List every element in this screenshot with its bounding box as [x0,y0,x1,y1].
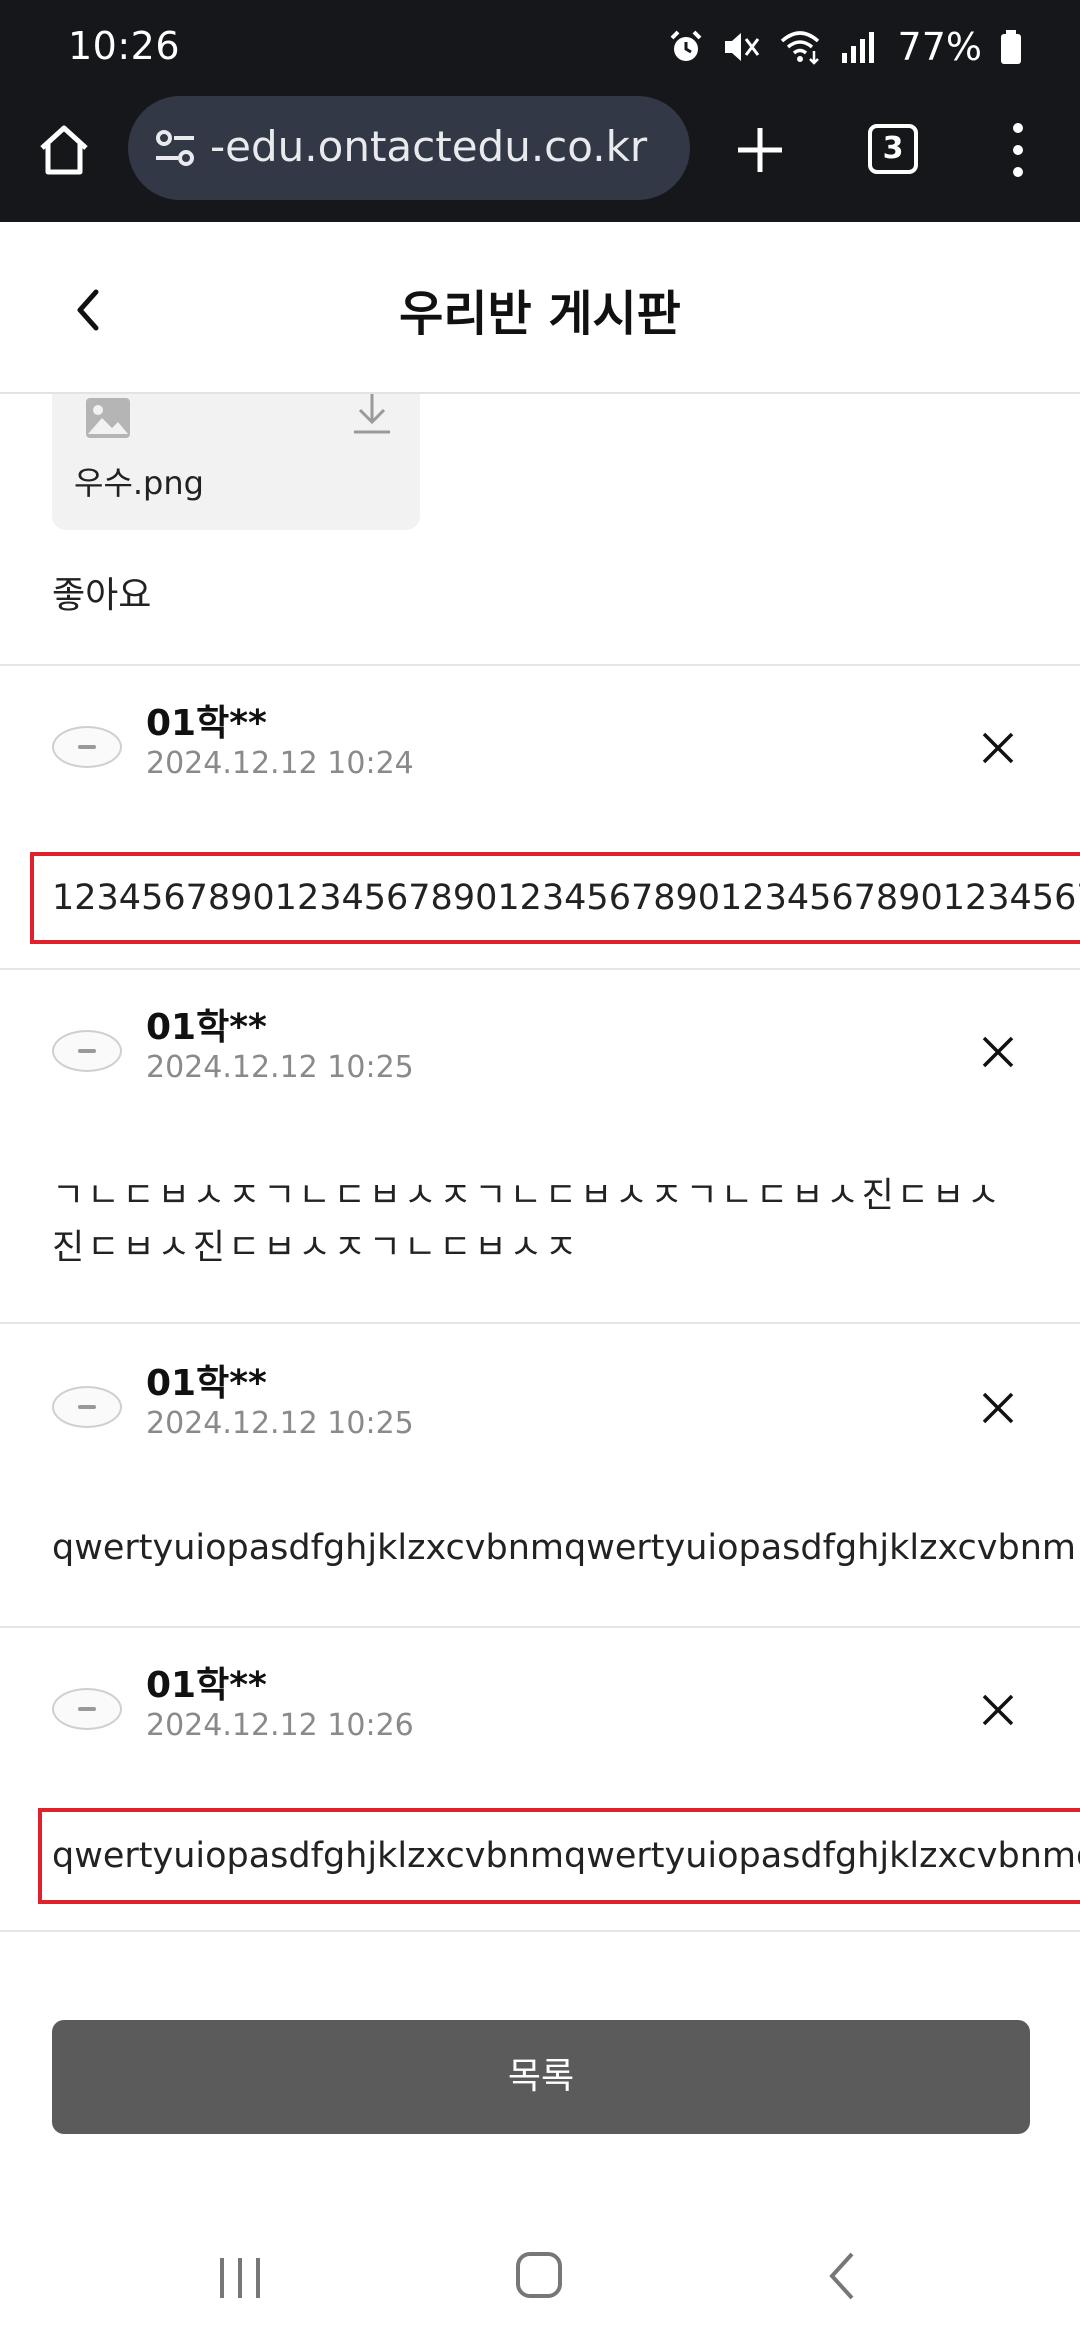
avatar [52,726,122,768]
comment-date: 2024.12.12 10:25 [146,1050,414,1085]
new-tab-icon[interactable] [730,120,790,180]
divider [0,1930,1080,1932]
close-icon[interactable] [978,728,1018,768]
avatar [52,1386,122,1428]
image-icon [86,398,130,438]
post-body: 좋아요 [52,575,152,616]
close-icon[interactable] [978,1388,1018,1428]
avatar [52,1030,122,1072]
page-title: 우리반 게시판 [399,286,681,342]
back-nav-icon[interactable] [822,2246,862,2306]
status-icons: 77% [668,24,1022,70]
comment-text: qwertyuiopasdfghjklzxcvbnmqwertyuiopasdf… [52,1836,1080,1876]
avatar [52,1688,122,1730]
status-time: 10:26 [68,24,181,68]
browser-toolbar: -edu.ontactedu.co.kr 3 [0,92,1080,222]
url-text: -edu.ontactedu.co.kr [210,122,648,171]
comment-date: 2024.12.12 10:25 [146,1406,414,1441]
close-icon[interactable] [978,1032,1018,1072]
site-settings-icon[interactable] [150,122,202,174]
battery-icon [1001,30,1021,64]
comment-author: 01학** [146,703,267,744]
comment-author: 01학** [146,1363,267,1404]
mute-icon [724,33,759,61]
comment-text: ㄱㄴㄷㅂㅅㅈㄱㄴㄷㅂㅅㅈㄱㄴㄷㅂㅅㅈㄱㄴㄷㅂㅅ진ㄷㅂㅅ진ㄷㅂㅅ진ㄷㅂㅅㅈㄱㄴㄷㅂ… [52,1176,1003,1268]
alarm-icon [670,30,701,61]
download-icon[interactable] [350,394,394,438]
comment-author: 01학** [146,1007,267,1048]
board-content: 우수.png 좋아요 01학** 2024.12.12 10:24 123456… [0,394,1080,2340]
home-icon[interactable] [34,120,94,180]
url-bar[interactable]: -edu.ontactedu.co.kr [128,96,690,200]
comment-text: 1234567890123456789012345678901234567890… [52,878,1080,918]
attachment-filename: 우수.png [74,464,204,502]
page-header: 우리반 게시판 [0,222,1080,394]
comment-item: 01학** 2024.12.12 10:26 qwertyuiopasdfghj… [0,1628,1080,1932]
comment-author: 01학** [146,1665,267,1706]
status-bar: 10:26 77% [0,0,1080,92]
home-nav-icon[interactable] [510,2246,568,2304]
close-icon[interactable] [978,1690,1018,1730]
comment-item: 01학** 2024.12.12 10:25 qwertyuiopasdfghj… [0,1324,1080,1628]
system-nav-bar [0,2220,1080,2340]
list-button[interactable]: 목록 [52,2020,1030,2134]
comment-text: qwertyuiopasdfghjklzxcvbnmqwertyuiopasdf… [52,1528,1076,1568]
recents-icon[interactable] [210,2250,270,2306]
comment-date: 2024.12.12 10:26 [146,1708,414,1743]
signal-icon [841,32,874,63]
wifi-icon [780,31,819,65]
battery-percent: 77% [897,25,982,69]
attachment-card[interactable]: 우수.png [52,394,420,530]
more-menu-icon[interactable] [1000,118,1036,182]
comment-date: 2024.12.12 10:24 [146,746,414,781]
comment-item: 01학** 2024.12.12 10:25 ㄱㄴㄷㅂㅅㅈㄱㄴㄷㅂㅅㅈㄱㄴㄷㅂㅅ… [0,970,1080,1324]
comment-item: 01학** 2024.12.12 10:24 12345678901234567… [0,666,1080,970]
tab-switcher-icon[interactable]: 3 [868,124,918,174]
